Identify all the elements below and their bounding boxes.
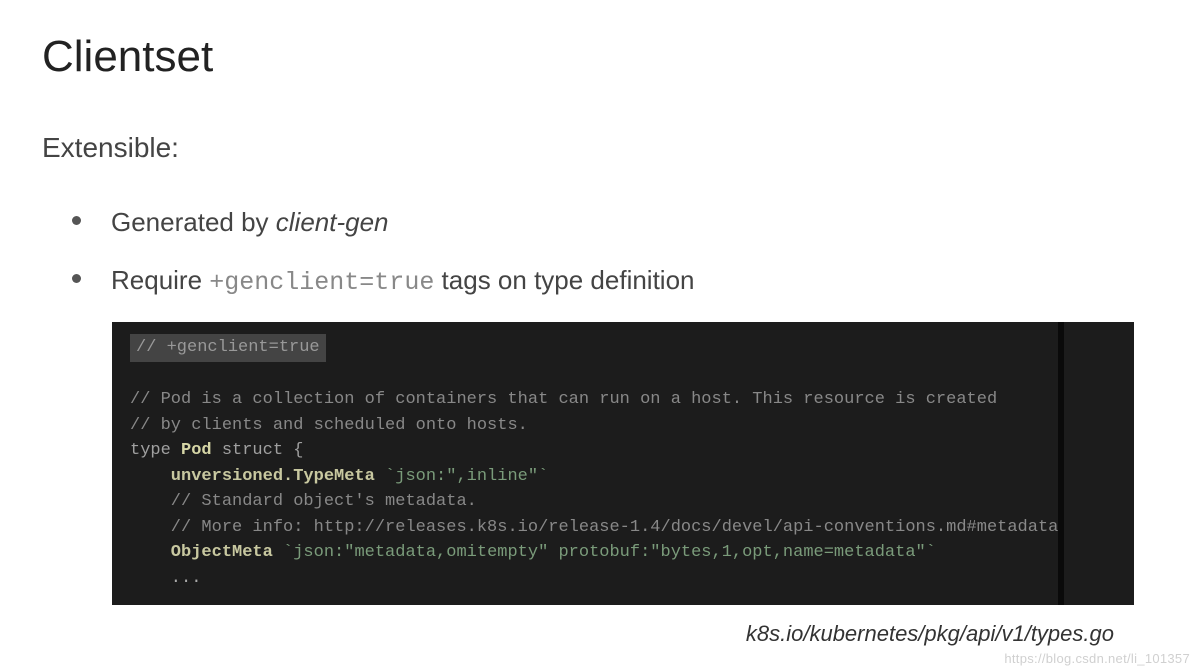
code-field-2-tag: `json:"metadata,omitempty" protobuf:"byt… [273,543,936,562]
bullet-1-italic: client-gen [276,207,389,237]
code-field-2: ObjectMeta [130,543,273,562]
bullet-dot-icon [72,274,81,283]
code-field-1-tag: `json:",inline"` [375,467,548,486]
bullet-2-suffix: tags on type definition [434,265,694,295]
code-comment-2: // by clients and scheduled onto hosts. [130,416,528,435]
code-vertical-divider [1058,322,1064,605]
code-comment-1: // Pod is a collection of containers tha… [130,390,997,409]
code-highlight-line: // +genclient=true [130,334,326,362]
code-field-1: unversioned.TypeMeta [130,467,375,486]
slide-subtitle: Extensible: [42,132,1154,164]
slide-title: Clientset [42,32,1154,82]
bullet-list: Generated by client-gen Require +genclie… [42,204,1154,300]
code-type-keyword: type [130,441,181,460]
bullet-2-code: +genclient=true [209,268,434,297]
code-block: // +genclient=true // Pod is a collectio… [112,322,1134,605]
bullet-text-2: Require +genclient=true tags on type def… [111,262,695,300]
bullet-2-prefix: Require [111,265,209,295]
code-comment-3: // Standard object's metadata. [130,492,477,511]
bullet-item-2: Require +genclient=true tags on type def… [72,262,1154,300]
code-comment-4: // More info: http://releases.k8s.io/rel… [130,518,1058,537]
bullet-text-1: Generated by client-gen [111,204,389,240]
bullet-1-prefix: Generated by [111,207,276,237]
code-struct-keyword: struct { [212,441,304,460]
source-path-label: k8s.io/kubernetes/pkg/api/v1/types.go [42,621,1114,647]
code-dots: ... [130,569,201,588]
watermark-text: https://blog.csdn.net/li_101357 [1004,651,1190,666]
bullet-item-1: Generated by client-gen [72,204,1154,240]
code-type-name: Pod [181,441,212,460]
bullet-dot-icon [72,216,81,225]
